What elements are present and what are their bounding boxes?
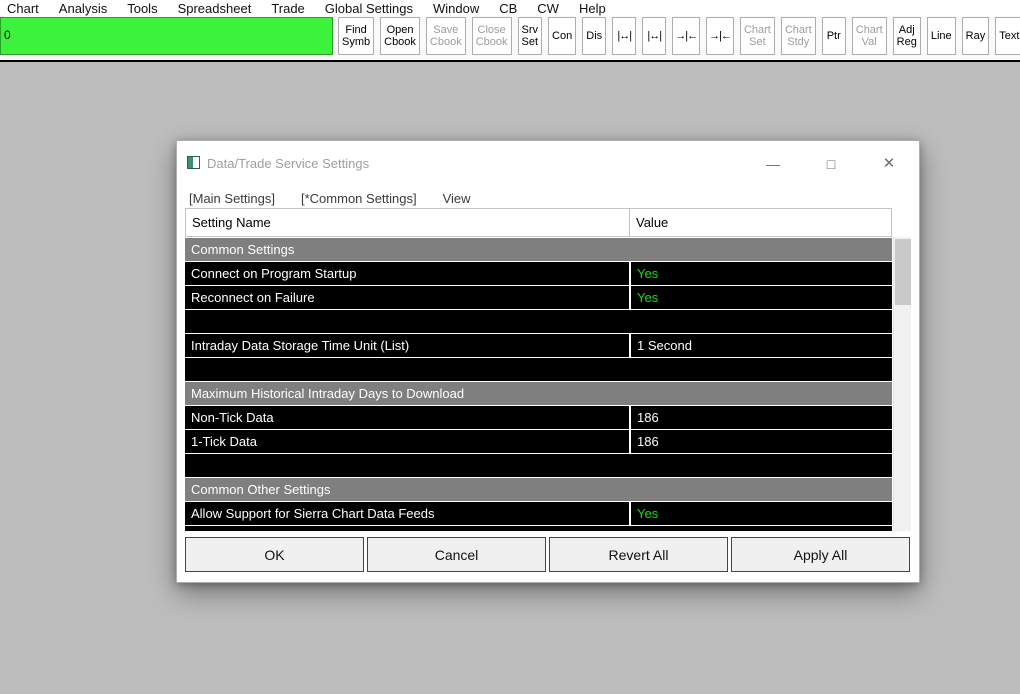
- setting-name: Reconnect on Failure: [191, 290, 315, 305]
- disconnect-button[interactable]: Dis: [582, 17, 607, 55]
- menu-view[interactable]: View: [443, 191, 471, 206]
- section-label: Maximum Historical Intraday Days to Down…: [191, 386, 465, 401]
- table-row[interactable]: 1-Tick Data 186: [185, 430, 892, 453]
- tab-main-settings[interactable]: [Main Settings]: [189, 191, 275, 206]
- menu-item-global-settings[interactable]: Global Settings: [315, 1, 423, 16]
- setting-name: Intraday Data Storage Time Unit (List): [191, 338, 410, 353]
- decrease-bar-width-icon: →|←: [709, 30, 732, 42]
- close-chartbook-button: Close Cbook: [471, 17, 512, 55]
- column-header-setting-name: Setting Name: [186, 209, 630, 236]
- line-tool-button[interactable]: Line: [926, 17, 956, 55]
- menu-item-spreadsheet[interactable]: Spreadsheet: [168, 1, 262, 16]
- dialog-titlebar[interactable]: Data/Trade Service Settings — □ ✕: [177, 141, 919, 187]
- menu-item-window[interactable]: Window: [423, 1, 489, 16]
- toolbar: 0 Find Symb Open Cbook Save Cbook Close …: [0, 16, 1020, 60]
- app-window: Chart Analysis Tools Spreadsheet Trade G…: [0, 0, 1020, 694]
- setting-value[interactable]: 1 Second: [629, 334, 892, 357]
- table-row-partial: [185, 526, 892, 531]
- menu-item-cb[interactable]: CB: [489, 1, 527, 16]
- increase-bar-spacing-icon: |↔|: [617, 30, 632, 42]
- table-body: Common Settings Connect on Program Start…: [185, 238, 892, 531]
- toolbar-divider: [0, 60, 1020, 62]
- dialog-buttons: OK Cancel Revert All Apply All: [185, 537, 910, 572]
- menu-item-tools[interactable]: Tools: [117, 1, 167, 16]
- open-chartbook-button[interactable]: Open Cbook: [380, 17, 420, 55]
- column-header-value: Value: [636, 215, 669, 230]
- ok-button[interactable]: OK: [185, 537, 364, 572]
- table-row-empty: [185, 358, 892, 381]
- table-row-empty: [185, 454, 892, 477]
- dialog-title: Data/Trade Service Settings: [207, 156, 370, 171]
- table-scrollbar[interactable]: [893, 237, 911, 531]
- menubar: Chart Analysis Tools Spreadsheet Trade G…: [0, 0, 1020, 16]
- dialog-menu: [Main Settings] [*Common Settings] View: [189, 187, 471, 209]
- setting-value[interactable]: 186: [629, 430, 892, 453]
- table-row[interactable]: Allow Support for Sierra Chart Data Feed…: [185, 502, 892, 525]
- setting-value[interactable]: Yes: [629, 262, 892, 285]
- table-row[interactable]: Intraday Data Storage Time Unit (List) 1…: [185, 334, 892, 357]
- service-settings-button[interactable]: Srv Set: [517, 17, 543, 55]
- revert-all-button[interactable]: Revert All: [549, 537, 728, 572]
- setting-value[interactable]: Yes: [629, 502, 892, 525]
- menu-item-chart[interactable]: Chart: [0, 1, 49, 16]
- table-row[interactable]: Common Settings: [185, 238, 892, 261]
- section-label: Common Settings: [191, 242, 295, 257]
- table-row[interactable]: Connect on Program Startup Yes: [185, 262, 892, 285]
- scrollbar-thumb[interactable]: [895, 239, 911, 305]
- chart-values-button: Chart Val: [851, 17, 887, 55]
- increase-bar-width-icon: →|←: [675, 30, 698, 42]
- menu-item-cw[interactable]: CW: [527, 1, 569, 16]
- cancel-button[interactable]: Cancel: [367, 537, 546, 572]
- increase-bar-spacing-button[interactable]: |↔|: [612, 17, 637, 55]
- setting-value[interactable]: 186: [629, 406, 892, 429]
- menu-item-help[interactable]: Help: [569, 1, 616, 16]
- decrease-bar-spacing-button[interactable]: |↔|: [642, 17, 667, 55]
- decrease-bar-width-button[interactable]: →|←: [706, 17, 734, 55]
- menu-item-analysis[interactable]: Analysis: [49, 1, 117, 16]
- tab-common-settings[interactable]: [*Common Settings]: [301, 191, 417, 206]
- close-button[interactable]: ✕: [877, 152, 901, 176]
- setting-name: Allow Support for Sierra Chart Data Feed…: [191, 506, 435, 521]
- dialog-window-icon: [187, 156, 200, 169]
- section-label: Common Other Settings: [191, 482, 331, 497]
- chart-studies-button: Chart Stdy: [780, 17, 816, 55]
- menu-item-trade[interactable]: Trade: [261, 1, 314, 16]
- chart-settings-button: Chart Set: [739, 17, 775, 55]
- table-row[interactable]: Non-Tick Data 186: [185, 406, 892, 429]
- table-row[interactable]: Reconnect on Failure Yes: [185, 286, 892, 309]
- ray-tool-button[interactable]: Ray: [961, 17, 990, 55]
- symbol-box[interactable]: 0: [0, 17, 333, 55]
- table-header: Setting Name Value: [185, 208, 892, 237]
- setting-name: Connect on Program Startup: [191, 266, 357, 281]
- setting-value[interactable]: Yes: [629, 286, 892, 309]
- settings-table: Setting Name Value Common Settings Conne…: [185, 208, 892, 531]
- find-symbol-button[interactable]: Find Symb: [338, 17, 375, 55]
- connect-button[interactable]: Con: [548, 17, 577, 55]
- table-row[interactable]: Common Other Settings: [185, 478, 892, 501]
- settings-dialog: Data/Trade Service Settings — □ ✕ [Main …: [176, 140, 920, 583]
- adjust-region-button[interactable]: Adj Reg: [892, 17, 921, 55]
- table-row[interactable]: Maximum Historical Intraday Days to Down…: [185, 382, 892, 405]
- toolbar-buttons: Find Symb Open Cbook Save Cbook Close Cb…: [338, 17, 1020, 55]
- setting-name: Non-Tick Data: [191, 410, 274, 425]
- table-row-empty: [185, 310, 892, 333]
- maximize-button[interactable]: □: [819, 152, 843, 176]
- increase-bar-width-button[interactable]: →|←: [672, 17, 701, 55]
- text-tool-button[interactable]: Text: [995, 17, 1020, 55]
- setting-name: 1-Tick Data: [191, 434, 257, 449]
- pointer-button[interactable]: Ptr: [821, 17, 846, 55]
- apply-all-button[interactable]: Apply All: [731, 537, 910, 572]
- minimize-button[interactable]: —: [761, 152, 785, 176]
- decrease-bar-spacing-icon: |↔|: [647, 30, 662, 42]
- symbol-text: 0: [4, 28, 11, 42]
- save-chartbook-button: Save Cbook: [425, 17, 466, 55]
